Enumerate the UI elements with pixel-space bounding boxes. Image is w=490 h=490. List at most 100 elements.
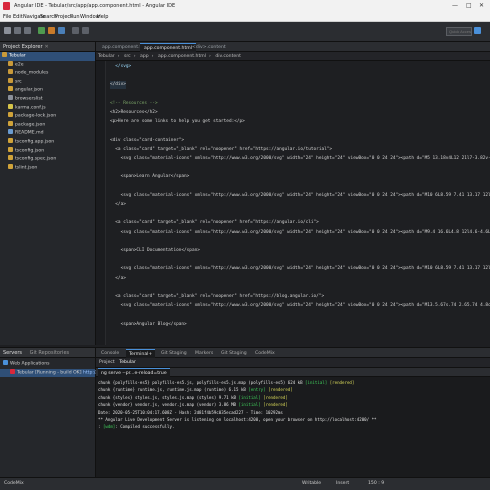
breadcrumb-item[interactable]: div.content — [215, 54, 241, 59]
project-select[interactable]: Tebular — [119, 360, 136, 365]
tree-item[interactable]: tslint.json — [0, 163, 95, 173]
terminal-line-segment: chunk {styles} styles.js, styles.js.map … — [98, 394, 239, 400]
menu-help[interactable]: Help — [97, 14, 108, 20]
tab-terminal-plus[interactable]: Terminal+ — [126, 349, 156, 358]
file-icon — [8, 94, 13, 100]
forward-icon[interactable] — [82, 27, 89, 34]
server-item[interactable]: Tebular [Running - build OK] http://loca… — [0, 368, 122, 378]
breadcrumb-item[interactable]: src — [124, 54, 131, 59]
code-line: <svg class="material-icons" xmlns="http:… — [120, 266, 490, 272]
terminal-session-tabs: ng serve --pr...e-reload=true — [96, 368, 490, 377]
minimize-button[interactable]: — — [452, 2, 458, 9]
tree-item[interactable]: angular.json — [0, 86, 95, 95]
menu-file[interactable]: File — [3, 14, 11, 20]
json-file-icon — [8, 112, 13, 118]
debug-icon[interactable] — [48, 27, 55, 34]
json-file-icon — [8, 163, 13, 169]
tree-item-web-applications[interactable]: Web Applications — [0, 360, 95, 369]
tree-item[interactable]: package-lock.json — [0, 112, 95, 121]
menu-run[interactable]: Run — [70, 14, 80, 20]
terminal-line-segment: Date: 2020-05-25T10:04:17.608Z - Hash: 2… — [98, 409, 283, 415]
title-bar: Angular IDE - Tebular/src/app/app.compon… — [0, 0, 490, 12]
close-icon[interactable]: ✕ — [45, 44, 49, 50]
save-all-icon[interactable] — [24, 27, 31, 34]
tree-item[interactable]: node_modules — [0, 69, 95, 78]
status-codemix[interactable]: CodeMix — [4, 481, 24, 486]
code-editor[interactable]: </svg> </div> <!-- Resources --> <h2>Resour… — [96, 61, 490, 345]
terminal-line: Date: 2020-05-25T10:04:17.608Z - Hash: 2… — [98, 409, 283, 416]
perspective-icon[interactable] — [474, 27, 481, 34]
code-line: <svg class="material-icons" xmlns="http:… — [120, 303, 490, 309]
breadcrumb-item[interactable]: Tebular — [98, 54, 115, 59]
angular-app-icon — [10, 368, 15, 374]
servers-panel: Servers Git Repositories Web Application… — [0, 347, 122, 477]
editor-tabs: app.component.ts app.component.html <div… — [96, 42, 490, 52]
status-cursor-position: 150 : 9 — [368, 481, 385, 486]
markdown-file-icon — [8, 129, 13, 135]
menu-edit[interactable]: Edit — [13, 14, 23, 20]
json-file-icon — [8, 137, 13, 143]
tab-servers[interactable]: Servers — [3, 350, 22, 356]
tree-item[interactable]: README.md — [0, 129, 95, 138]
maximize-button[interactable]: □ — [466, 2, 472, 9]
code-line: <div class="card-container"> — [110, 137, 185, 143]
tab-git-staging[interactable]: Git Staging — [158, 349, 190, 358]
code-line: <a class="card" target="_blank" rel="noo… — [110, 294, 325, 299]
tree-item[interactable]: tsconfig.app.json — [0, 137, 95, 147]
new-file-icon[interactable] — [4, 27, 11, 34]
search-icon[interactable] — [58, 27, 65, 34]
code-line: </a> — [110, 202, 126, 207]
tree-item[interactable]: browserslist — [0, 94, 95, 104]
code-line: <svg class="material-icons" xmlns="http:… — [120, 192, 490, 198]
menu-bar: File Edit Navigate Search Project Run Wi… — [0, 12, 490, 22]
breadcrumb-item[interactable]: app.component.html — [158, 54, 206, 59]
tree-item[interactable]: tsconfig.json — [0, 146, 95, 156]
terminal-line: ** Angular Live Development Server is li… — [98, 416, 377, 423]
terminal-line-segment: [rendered] — [263, 402, 288, 408]
angular-logo-icon — [3, 2, 10, 10]
code-line: </a> — [110, 275, 126, 281]
quick-access-input[interactable] — [446, 27, 472, 36]
terminal-line-segment: [entry] — [248, 387, 266, 393]
code-line: <span>Learn Angular</span> — [110, 174, 190, 180]
tree-item[interactable]: tsconfig.spec.json — [0, 155, 95, 164]
tree-item[interactable]: package.json — [0, 120, 95, 130]
tab-console[interactable]: Console — [98, 349, 122, 358]
project-explorer-title[interactable]: Project Explorer — [3, 44, 43, 50]
save-icon[interactable] — [14, 27, 21, 34]
code-line: </svg> — [110, 64, 132, 69]
code-line: <p>Here are some links to help you get s… — [110, 119, 245, 125]
project-tree: Tebular e2e node_modules src angular.jso… — [0, 52, 95, 172]
tab-git-repositories[interactable]: Git Repositories — [30, 350, 70, 356]
tree-item-root[interactable]: Tebular — [0, 52, 95, 61]
run-icon[interactable] — [38, 27, 45, 34]
terminal-line-segment: [initial] — [305, 380, 328, 385]
terminal-session-tab[interactable]: ng serve --pr...e-reload=true — [98, 368, 170, 377]
tree-item[interactable]: karma.conf.js — [0, 103, 95, 113]
close-button[interactable]: ✕ — [479, 2, 484, 9]
tree-item[interactable]: e2e — [0, 60, 95, 70]
terminal-line-segment: [rendered] — [329, 380, 355, 385]
json-file-icon — [8, 120, 13, 126]
tab-git-staging-2[interactable]: Git Staging — [218, 349, 250, 358]
json-file-icon — [8, 155, 13, 161]
terminal-project-bar: Project Tebular — [96, 358, 490, 368]
tree-item[interactable]: src — [0, 77, 95, 87]
terminal-line: chunk {styles} styles.js, styles.js.map … — [98, 394, 288, 401]
breadcrumb-item[interactable]: app — [140, 54, 149, 59]
terminal-output[interactable]: chunk {polyfills-es5} polyfills-es5.js, … — [96, 377, 490, 467]
back-icon[interactable] — [72, 27, 79, 34]
tab-codemix[interactable]: CodeMix — [252, 349, 278, 358]
servers-tree: Web Applications Tebular [Running - buil… — [0, 360, 122, 378]
tab-markers[interactable]: Markers — [192, 349, 216, 358]
project-explorer-header: Project Explorer ✕ — [0, 42, 95, 52]
terminal-line-segment: chunk {runtime} runtime.js, runtime.js.m… — [98, 387, 249, 393]
code-line: <a class="card" target="_blank" rel="noo… — [110, 146, 333, 152]
tab-div-content[interactable]: <div>.content — [188, 43, 230, 52]
project-explorer-panel: Project Explorer ✕ Tebular e2e node_modul… — [0, 42, 96, 345]
terminal-line: chunk {polyfills-es5} polyfills-es5.js, … — [98, 379, 354, 386]
code-line: <a class="card" target="_blank" rel="noo… — [110, 220, 319, 226]
status-insert: Insert — [336, 481, 350, 486]
terminal-line: chunk {vendor} vendor.js, vendor.js.map … — [98, 401, 288, 408]
terminal-line-segment: [rendered] — [268, 387, 293, 393]
